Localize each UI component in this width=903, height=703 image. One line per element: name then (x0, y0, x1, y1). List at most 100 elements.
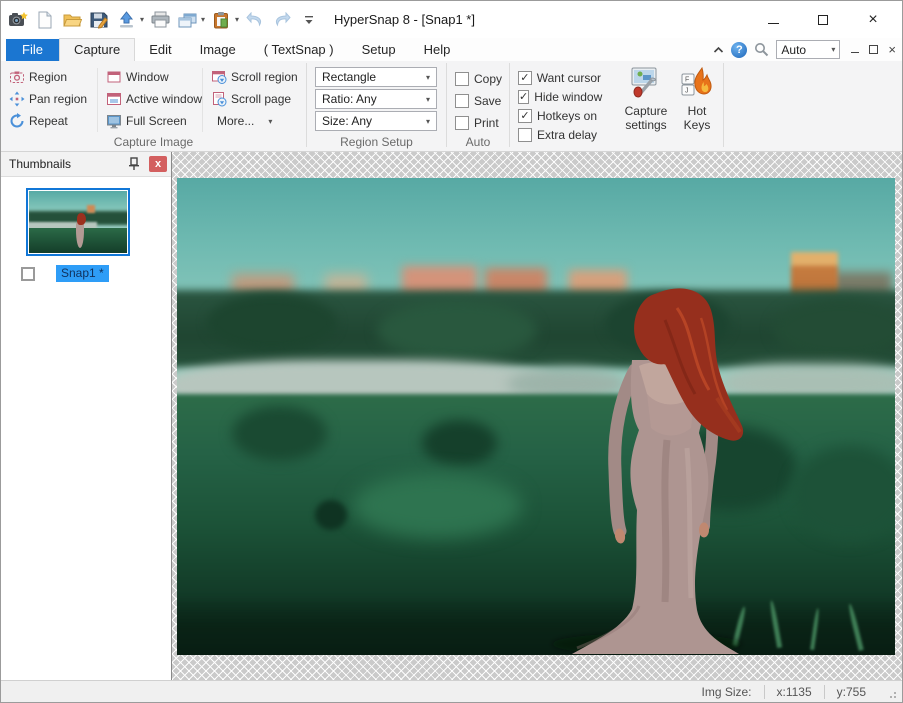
checkbox-box: ✓ (518, 90, 529, 104)
more-dropdown-arrow-icon: ▾ (268, 117, 272, 126)
img-size-y: y:755 (825, 685, 878, 699)
document-close-button[interactable]: × (888, 43, 896, 56)
checkbox-box: ✓ (518, 109, 532, 123)
minimize-button[interactable] (762, 9, 784, 31)
tab-edit[interactable]: Edit (135, 39, 185, 61)
zoom-level-value: Auto (781, 43, 806, 57)
paste-clipboard-icon[interactable] (210, 8, 232, 32)
tab-capture[interactable]: Capture (59, 38, 135, 61)
window-button[interactable]: Window (102, 66, 198, 88)
active-window-icon (106, 91, 122, 107)
checkbox-box (455, 94, 469, 108)
document-minimize-button[interactable] (851, 52, 859, 53)
app-camera-icon[interactable] (7, 8, 29, 32)
img-size-x: x:1135 (765, 685, 824, 699)
scroll-region-icon (211, 69, 227, 85)
capture-settings-icon (629, 66, 663, 102)
save-icon[interactable] (88, 8, 110, 32)
hypersnap-window: ▾ ▾ ▾ HyperSnap 8 - [Snap1 *] (0, 0, 903, 703)
redo-icon[interactable] (271, 8, 293, 32)
copy-window-dropdown-arrow-icon[interactable]: ▾ (201, 15, 205, 24)
group-region-setup: Rectangle ▾ Ratio: Any ▾ Size: Any ▾ Reg… (307, 61, 446, 151)
thumbnail-image (29, 191, 127, 253)
canvas-workspace[interactable] (172, 152, 902, 680)
auto-copy-checkbox[interactable]: Copy (455, 68, 503, 90)
pan-region-icon (9, 91, 25, 107)
pan-region-button[interactable]: Pan region (5, 88, 93, 110)
hot-keys-label: Hot Keys (681, 105, 713, 133)
resize-grip[interactable] (884, 686, 900, 702)
hot-keys-button[interactable]: FJ Hot Keys (679, 64, 715, 134)
tab-image[interactable]: Image (186, 39, 250, 61)
tab-help[interactable]: Help (410, 39, 465, 61)
thumbnails-panel: Thumbnails x (1, 152, 172, 680)
pin-icon[interactable] (125, 155, 143, 173)
ratio-select-arrow-icon: ▾ (426, 95, 430, 104)
more-button[interactable]: More... ▾ (207, 110, 294, 132)
help-icon[interactable]: ? (731, 42, 747, 58)
group-label-region-setup: Region Setup (307, 135, 446, 149)
svg-text:F: F (685, 77, 689, 84)
maximize-button[interactable] (812, 9, 834, 31)
thumbnail-checkbox[interactable] (21, 267, 35, 281)
full-screen-button[interactable]: Full Screen (102, 110, 198, 132)
qat-customize-icon[interactable] (298, 8, 320, 32)
status-bar: Img Size: x:1135 y:755 (1, 680, 902, 702)
extra-delay-checkbox[interactable]: Extra delay (518, 125, 601, 144)
paste-dropdown-arrow-icon[interactable]: ▾ (235, 15, 239, 24)
group-label-capture-image: Capture Image (1, 135, 306, 149)
captured-image[interactable] (177, 178, 895, 655)
auto-print-checkbox[interactable]: Print (455, 112, 503, 134)
group-auto: Copy Save Print Auto (447, 61, 509, 151)
export-upload-icon[interactable] (115, 8, 137, 32)
collapse-ribbon-icon[interactable] (713, 46, 724, 54)
checkbox-box (455, 116, 469, 130)
checkbox-box (518, 128, 532, 142)
magnifier-icon[interactable] (754, 42, 769, 57)
shape-select[interactable]: Rectangle ▾ (315, 67, 437, 87)
thumbnail-frame[interactable] (26, 188, 130, 256)
want-cursor-checkbox[interactable]: ✓ Want cursor (518, 68, 601, 87)
open-folder-icon[interactable] (61, 8, 83, 32)
capture-settings-button[interactable]: Capture settings (617, 64, 675, 134)
window-icon (106, 69, 122, 85)
ribbon-capture: Region Pan region Repeat Window (1, 61, 902, 152)
print-icon[interactable] (149, 8, 171, 32)
img-size-label: Img Size: (689, 685, 763, 699)
size-select[interactable]: Size: Any ▾ (315, 111, 437, 131)
window-title: HyperSnap 8 - [Snap1 *] (334, 12, 475, 27)
export-dropdown-arrow-icon[interactable]: ▾ (140, 15, 144, 24)
close-button[interactable]: × (862, 9, 884, 31)
repeat-button[interactable]: Repeat (5, 110, 93, 132)
undo-icon[interactable] (244, 8, 266, 32)
tab-textsnap[interactable]: ( TextSnap ) (250, 39, 348, 61)
zoom-level-combo[interactable]: Auto ▾ (776, 40, 840, 59)
scroll-page-button[interactable]: Scroll page (207, 88, 294, 110)
thumbnail-item[interactable]: Snap1 * (1, 188, 171, 282)
auto-save-checkbox[interactable]: Save (455, 90, 503, 112)
scroll-region-button[interactable]: Scroll region (207, 66, 294, 88)
checkbox-box: ✓ (518, 71, 532, 85)
size-select-arrow-icon: ▾ (426, 117, 430, 126)
repeat-icon (9, 113, 25, 129)
active-window-button[interactable]: Active window (102, 88, 198, 110)
capture-settings-label: Capture settings (619, 105, 673, 133)
ribbon-tab-bar: File Capture Edit Image ( TextSnap ) Set… (1, 38, 902, 61)
zoom-dropdown-arrow-icon: ▾ (831, 45, 835, 54)
thumbnail-label[interactable]: Snap1 * (56, 265, 109, 282)
scroll-page-icon (211, 91, 227, 107)
quick-access-toolbar: ▾ ▾ ▾ (7, 8, 320, 32)
copy-window-icon[interactable] (176, 8, 198, 32)
ratio-select[interactable]: Ratio: Any ▾ (315, 89, 437, 109)
thumbnails-close-button[interactable]: x (149, 156, 167, 172)
tab-setup[interactable]: Setup (348, 39, 410, 61)
region-icon (9, 69, 25, 85)
hotkeys-on-checkbox[interactable]: ✓ Hotkeys on (518, 106, 601, 125)
region-button[interactable]: Region (5, 66, 93, 88)
checkbox-box (455, 72, 469, 86)
hide-window-checkbox[interactable]: ✓ Hide window (518, 87, 601, 106)
document-restore-button[interactable] (869, 45, 878, 54)
thumbnails-panel-title: Thumbnails (9, 157, 71, 171)
new-document-icon[interactable] (34, 8, 56, 32)
tab-file[interactable]: File (6, 39, 59, 61)
